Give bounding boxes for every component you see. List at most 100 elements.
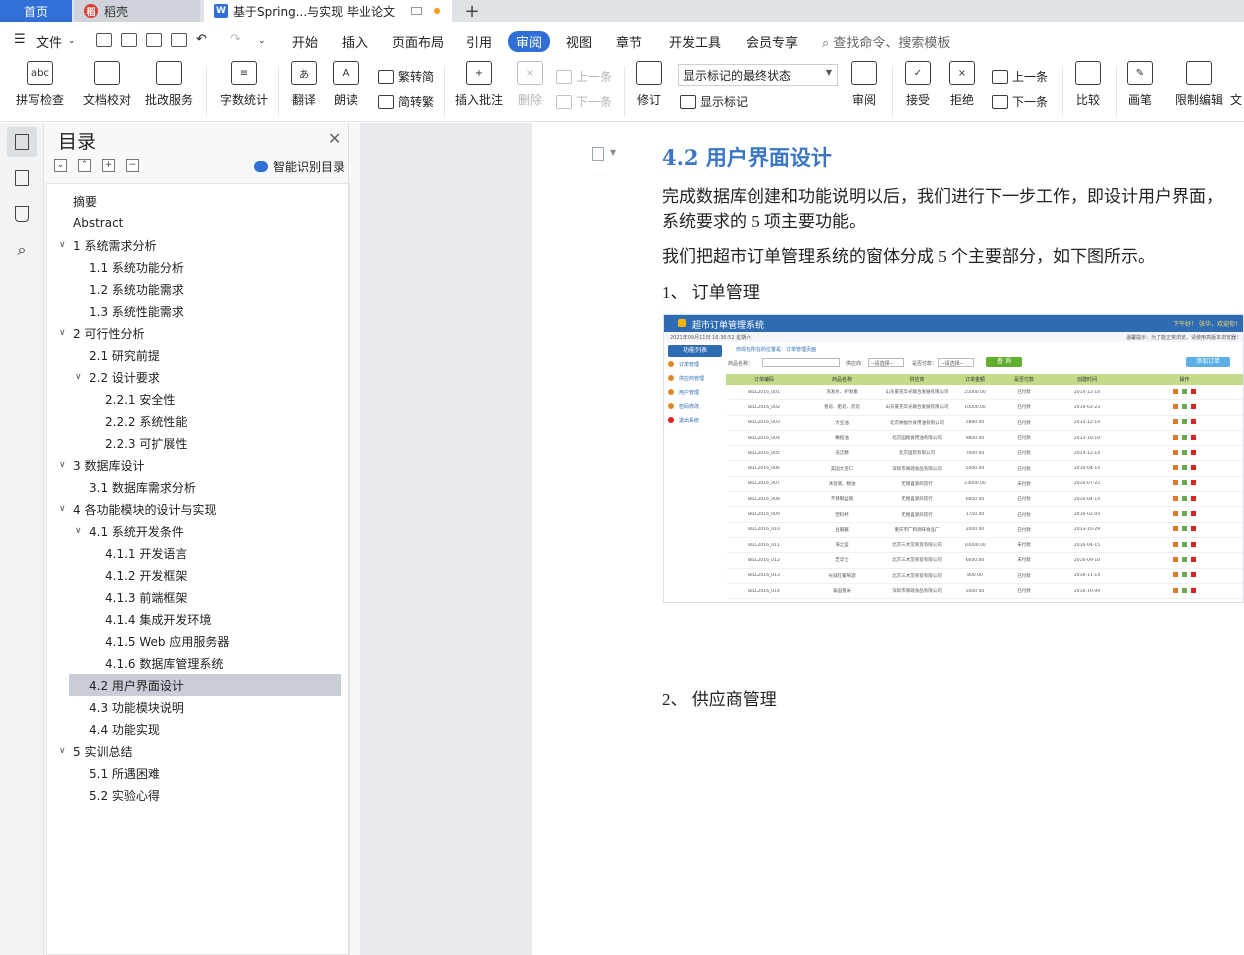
find-button[interactable]: ⌕ [7,235,37,265]
toc-item[interactable]: ∨ 2.2 设计要求 [47,366,347,388]
toc-item[interactable]: 摘要 [47,190,347,212]
tab-home[interactable]: 首页 [0,0,72,22]
paragraph-icon[interactable] [592,147,604,161]
undo-icon[interactable]: ↶ [196,32,207,47]
menu-insert[interactable]: 插入 [342,32,368,51]
chevron-down-icon[interactable]: ▼ [610,148,616,157]
toc-item[interactable]: ∨ 5 实训总结 [47,740,347,762]
toc-item[interactable]: 2.2.3 可扩展性 [47,432,347,454]
chevron-down-icon[interactable]: ∨ [59,460,66,470]
menu-dev-tools[interactable]: 开发工具 [669,32,721,51]
toc-panel-button[interactable] [7,127,37,157]
edit-icon [1182,419,1187,425]
menu-file[interactable]: 文件 [36,32,62,51]
pane-splitter[interactable] [348,123,349,955]
chapter-nav-button[interactable] [7,163,37,193]
toc-item[interactable]: 4.1.6 数据库管理系统 [47,652,347,674]
toc-item[interactable]: ∨ 3 数据库设计 [47,454,347,476]
collapse-all-icon[interactable]: ⌄ [54,159,67,172]
export-pdf-icon[interactable] [121,33,137,47]
chevron-down-icon[interactable]: ∨ [59,746,66,756]
doc-cut-button[interactable]: 文 [1228,60,1244,120]
toc-item[interactable]: 4.1.5 Web 应用服务器 [47,630,347,652]
close-icon[interactable]: ✕ [328,129,341,148]
chevron-down-icon[interactable]: ∨ [59,328,66,338]
restrict-editing-button[interactable]: 限制编辑 [1168,60,1230,120]
reject-button[interactable]: × 拒绝 [942,60,982,120]
toc-item[interactable]: 2.2.1 安全性 [47,388,347,410]
simp-to-trad-button[interactable]: 简转繁 [378,93,434,110]
toc-item[interactable]: 4.1.2 开发框架 [47,564,347,586]
hamburger-icon[interactable]: ☰ [14,32,26,47]
prev-change-button[interactable]: 上一条 [992,68,1048,85]
print-icon[interactable] [146,33,162,47]
translate-button[interactable]: あ翻译 [284,60,324,120]
chevron-down-icon[interactable]: ∨ [59,504,66,514]
toc-item[interactable]: 4.3 功能模块说明 [47,696,347,718]
figure-table-cell: 无锡喜源商贸行 [901,512,933,518]
toc-item[interactable]: ∨ 4.1 系统开发条件 [47,520,347,542]
chevron-down-icon[interactable]: ∨ [75,526,82,536]
toc-item[interactable]: ∨ 2 可行性分析 [47,322,347,344]
track-changes-button[interactable]: 修订 [628,60,670,120]
window-mode-icon[interactable] [410,7,422,15]
menu-view[interactable]: 视图 [566,32,592,51]
menu-review[interactable]: 审阅 [508,31,551,52]
next-change-button[interactable]: 下一条 [992,93,1048,110]
toc-item[interactable]: 5.2 实验心得 [47,784,347,806]
toc-item-selected[interactable]: 4.2 用户界面设计 [69,674,341,696]
toc-item[interactable]: 1.3 系统性能需求 [47,300,347,322]
toc-item[interactable]: 4.4 功能实现 [47,718,347,740]
next-comment-button[interactable]: 下一条 [556,93,612,110]
doc-proof-button[interactable]: 文档校对 [78,60,136,120]
menu-references[interactable]: 引用 [466,32,492,51]
insert-comment-button[interactable]: + 插入批注 [450,60,508,120]
markup-mode-select[interactable]: 显示标记的最终状态 ▼ [678,64,838,86]
menu-chapter[interactable]: 章节 [616,32,642,51]
prev-comment-button[interactable]: 上一条 [556,68,612,85]
tab-docer[interactable]: 稻稻壳 [74,0,200,22]
spell-check-button[interactable]: abc 拼写检查 [10,60,70,120]
review-service-button[interactable]: 批改服务 [138,60,200,120]
compare-button[interactable]: 比较 [1068,60,1108,120]
toc-item[interactable]: 2.2.2 系统性能 [47,410,347,432]
toc-item[interactable]: 5.1 所遇困难 [47,762,347,784]
remove-heading-icon[interactable]: − [126,159,139,172]
new-tab-button[interactable]: + [462,0,482,22]
read-aloud-button[interactable]: A 朗读 [326,60,366,120]
word-count-button[interactable]: ≡ 字数统计 [214,60,274,120]
chevron-down-icon[interactable]: ∨ [75,372,82,382]
menu-start[interactable]: 开始 [292,32,318,51]
toc-item-label: 1 系统需求分析 [73,238,157,253]
menu-member[interactable]: 会员专享 [746,32,798,51]
chevron-down-icon[interactable]: ∨ [59,240,66,250]
toc-item[interactable]: 2.1 研究前提 [47,344,347,366]
bookmark-button[interactable] [7,199,37,229]
ink-button[interactable]: ✎ 画笔 [1120,60,1160,120]
trad-to-simp-button[interactable]: 繁转简 [378,68,434,85]
toc-item[interactable]: Abstract [47,212,347,234]
delete-comment-button[interactable]: × 删除 [510,60,550,120]
toc-item[interactable]: 3.1 数据库需求分析 [47,476,347,498]
command-search[interactable]: ⌕ 查找命令、搜索模板 [822,32,950,51]
show-markup-button[interactable]: 显示标记 [680,93,748,110]
add-heading-icon[interactable]: + [102,159,115,172]
toc-item[interactable]: ∨ 4 各功能模块的设计与实现 [47,498,347,520]
accept-button[interactable]: ✓ 接受 [898,60,938,120]
save-icon[interactable] [96,33,112,47]
expand-up-icon[interactable]: ⌃ [78,159,91,172]
print-preview-icon[interactable] [171,33,187,47]
menu-page-layout[interactable]: 页面布局 [392,32,444,51]
toc-item[interactable]: 1.1 系统功能分析 [47,256,347,278]
smart-toc-button[interactable]: 智能识别目录 [254,158,345,175]
quick-access-more-icon[interactable]: ⌄ [258,36,266,46]
redo-icon[interactable]: ↷ [230,32,241,47]
review-pane-button[interactable]: 审阅 [844,60,884,120]
toc-item[interactable]: 4.1.4 集成开发环境 [47,608,347,630]
tab-document[interactable]: W 基于Spring...与实现 毕业论文 [204,0,452,22]
toc-item[interactable]: 1.2 系统功能需求 [47,278,347,300]
toc-item[interactable]: 4.1.1 开发语言 [47,542,347,564]
file-dropdown-icon[interactable]: ⌄ [68,36,76,46]
toc-item[interactable]: 4.1.3 前端框架 [47,586,347,608]
toc-item[interactable]: ∨ 1 系统需求分析 [47,234,347,256]
